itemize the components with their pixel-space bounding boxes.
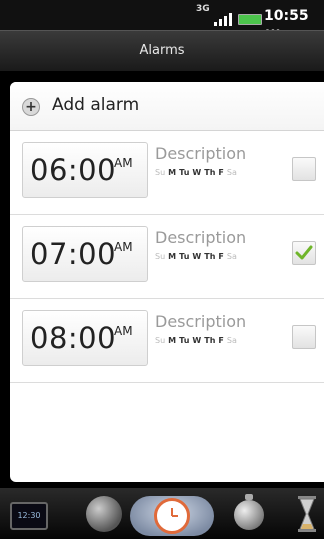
page-title: Alarms: [139, 43, 185, 58]
bottom-tab-bar: 12:30: [0, 488, 324, 539]
tab-stopwatch[interactable]: [228, 494, 268, 536]
alarm-ampm: AM: [114, 156, 133, 170]
battery-icon: [238, 14, 262, 25]
alarm-clock-icon: [154, 498, 190, 534]
signal-icon: [214, 12, 234, 26]
network-type: 3G: [196, 4, 210, 14]
alarm-ampm: AM: [114, 240, 133, 254]
hourglass-icon: [298, 496, 316, 532]
alarm-row[interactable]: 07:00 AM Description Su M Tu W Th F Sa: [10, 214, 324, 298]
add-alarm-button[interactable]: + Add alarm: [10, 82, 324, 131]
alarm-days: Su M Tu W Th F Sa: [155, 168, 237, 177]
alarm-row[interactable]: 06:00 AM Description Su M Tu W Th F Sa: [10, 130, 324, 214]
alarm-description: Description: [155, 228, 247, 247]
checkmark-icon: [295, 245, 313, 260]
alarm-toggle-checkbox[interactable]: [292, 157, 316, 181]
stopwatch-icon: [234, 500, 264, 530]
tab-world-clock[interactable]: [84, 494, 124, 536]
alarm-time-button[interactable]: 08:00 AM: [22, 310, 148, 366]
status-bar: 3G 10:55 AM: [0, 0, 324, 39]
alarm-toggle-checkbox[interactable]: [292, 241, 316, 265]
plus-icon: +: [22, 98, 40, 116]
alarm-time-button[interactable]: 07:00 AM: [22, 226, 148, 282]
add-alarm-label: Add alarm: [52, 95, 140, 115]
alarm-description: Description: [155, 312, 247, 331]
alarm-ampm: AM: [114, 324, 133, 338]
divider: [10, 382, 324, 383]
globe-icon: [86, 496, 122, 532]
alarm-time: 07:00: [30, 237, 117, 271]
alarm-days: Su M Tu W Th F Sa: [155, 252, 237, 261]
alarm-time: 06:00: [30, 153, 117, 187]
header: Alarms: [0, 30, 324, 71]
tab-timer[interactable]: [292, 494, 322, 536]
alarm-row[interactable]: 08:00 AM Description Su M Tu W Th F Sa: [10, 298, 324, 382]
alarm-time-button[interactable]: 06:00 AM: [22, 142, 148, 198]
alarm-days: Su M Tu W Th F Sa: [155, 336, 237, 345]
alarm-list: + Add alarm 06:00 AM Description Su M Tu W T…: [10, 82, 324, 482]
alarm-description: Description: [155, 144, 247, 163]
desk-clock-icon: 12:30: [10, 502, 48, 530]
alarm-toggle-checkbox[interactable]: [292, 325, 316, 349]
tab-alarms[interactable]: [130, 494, 214, 536]
tab-desk-clock[interactable]: 12:30: [10, 494, 48, 536]
alarm-time: 08:00: [30, 321, 117, 355]
